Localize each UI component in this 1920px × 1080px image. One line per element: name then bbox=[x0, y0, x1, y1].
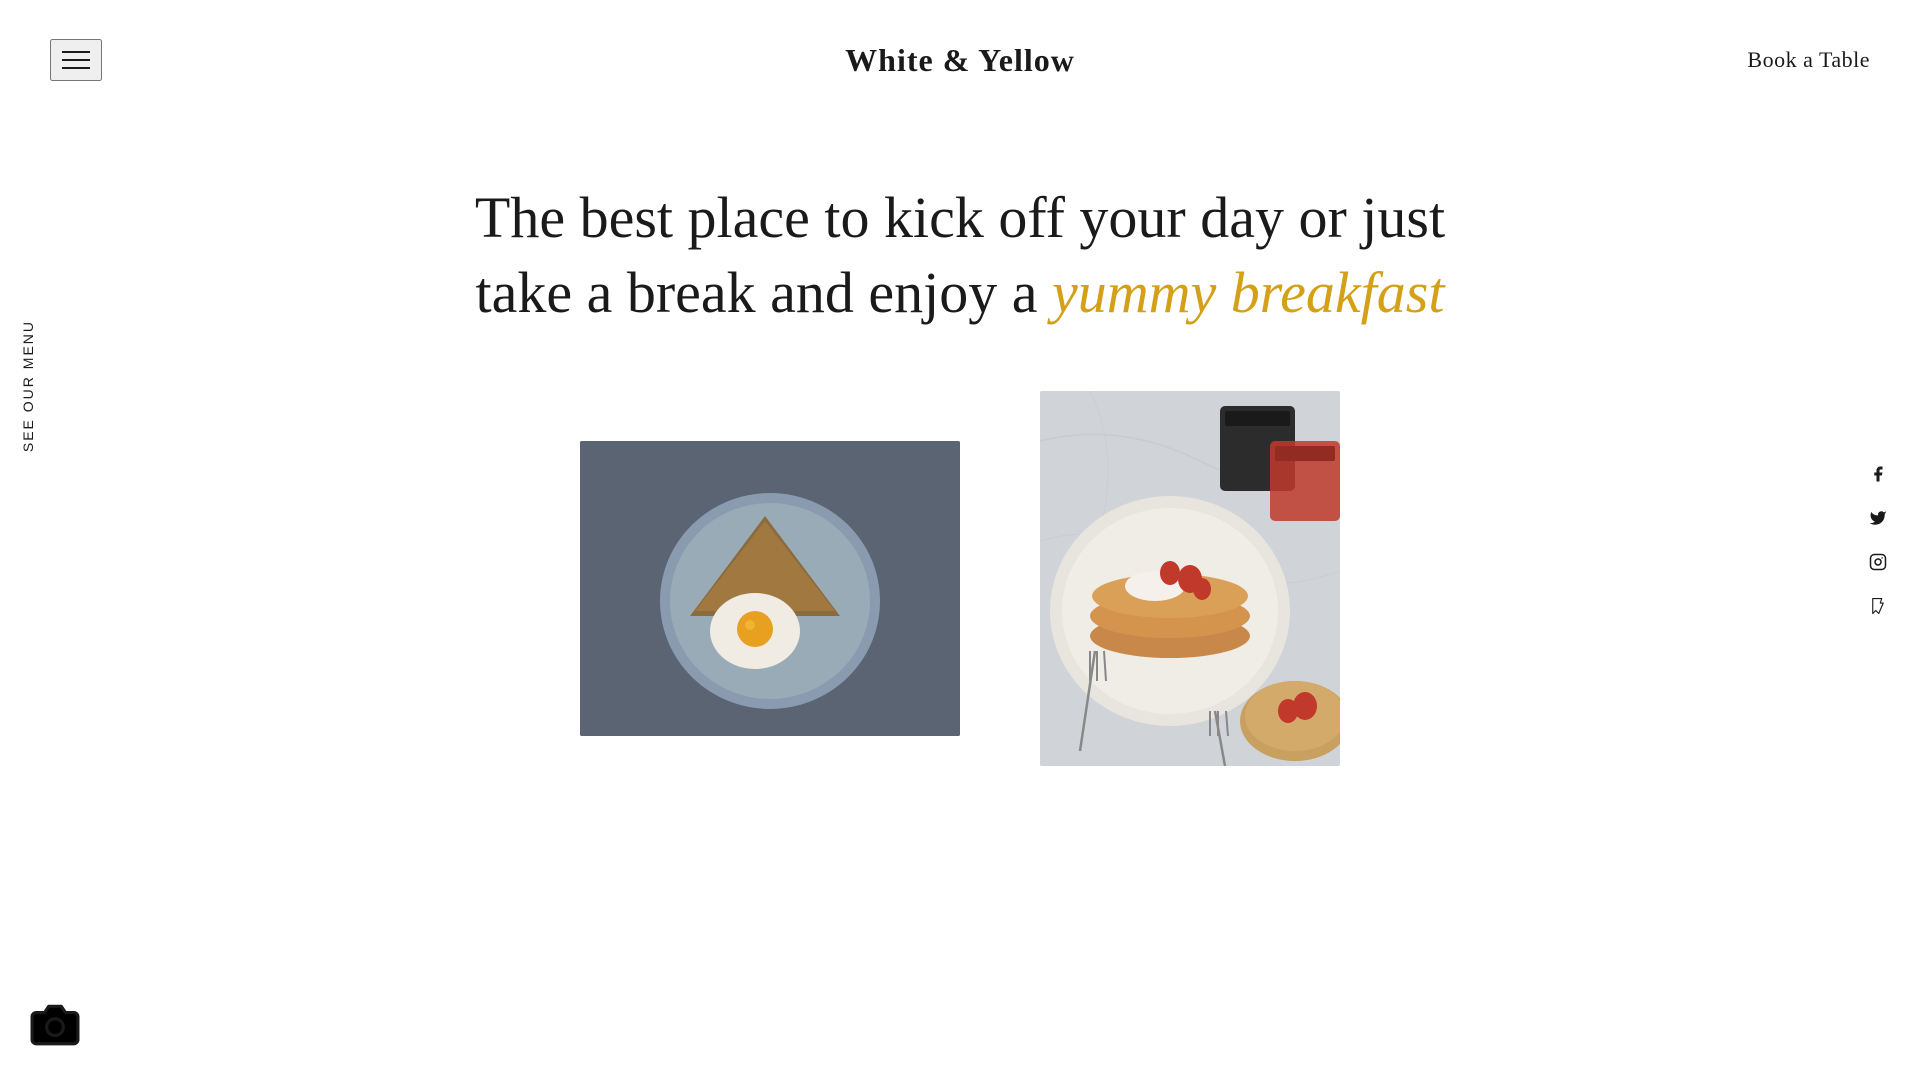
hamburger-line-1 bbox=[62, 51, 90, 53]
hero-line-1: The best place to kick off your day or j… bbox=[475, 180, 1445, 255]
site-title: White & Yellow bbox=[845, 42, 1075, 79]
book-table-button[interactable]: Book a Table bbox=[1747, 47, 1870, 73]
main-content: The best place to kick off your day or j… bbox=[0, 120, 1920, 1080]
hamburger-line-2 bbox=[62, 59, 90, 61]
camera-icon[interactable] bbox=[30, 1000, 80, 1050]
food-image-egg-toast bbox=[580, 441, 960, 736]
hero-line-2: take a break and enjoy a yummy breakfast bbox=[475, 255, 1445, 330]
site-header: White & Yellow Book a Table bbox=[0, 0, 1920, 120]
hamburger-line-3 bbox=[62, 67, 90, 69]
food-images-container bbox=[580, 391, 1340, 766]
hero-line-2-plain: take a break and enjoy a bbox=[476, 260, 1053, 325]
hamburger-menu-button[interactable] bbox=[50, 39, 102, 81]
hero-text: The best place to kick off your day or j… bbox=[475, 180, 1445, 331]
food-image-pancakes bbox=[1040, 391, 1340, 766]
hero-line-2-highlight: yummy breakfast bbox=[1052, 260, 1444, 325]
